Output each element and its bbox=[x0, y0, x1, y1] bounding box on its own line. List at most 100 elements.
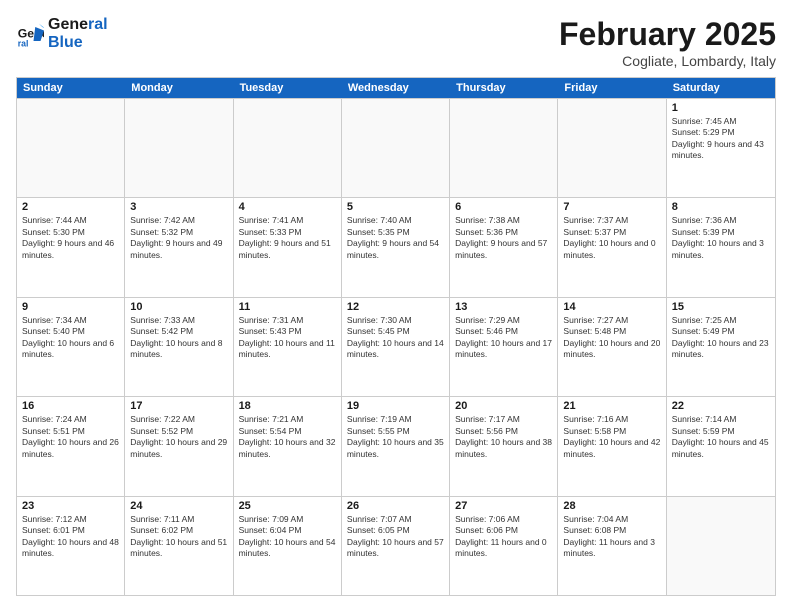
day-number: 19 bbox=[347, 400, 444, 412]
calendar-cell bbox=[667, 497, 775, 595]
calendar-cell: 28Sunrise: 7:04 AM Sunset: 6:08 PM Dayli… bbox=[558, 497, 666, 595]
calendar-cell: 21 Sunrise: 7:16 AM Sunset: 5:58 PM Dayli… bbox=[558, 397, 666, 495]
day-info: Sunrise: 7:04 AM Sunset: 6:08 PM Dayligh… bbox=[563, 514, 660, 560]
calendar-week-4: 16 Sunrise: 7:24 AM Sunset: 5:51 PM Dayli… bbox=[17, 396, 775, 495]
day-number: 26 bbox=[347, 500, 444, 512]
day-number: 22 bbox=[672, 400, 770, 412]
page: Gene ral General Blue February 2025 Cogl… bbox=[0, 0, 792, 612]
calendar-cell: 19Sunrise: 7:19 AM Sunset: 5:55 PM Dayli… bbox=[342, 397, 450, 495]
header-sunday: Sunday bbox=[17, 78, 125, 98]
day-number: 24 bbox=[130, 500, 227, 512]
header-saturday: Saturday bbox=[667, 78, 775, 98]
day-number: 2 bbox=[22, 201, 119, 213]
day-number: 1 bbox=[672, 102, 770, 114]
calendar-cell: 8Sunrise: 7:36 AM Sunset: 5:39 PM Daylig… bbox=[667, 198, 775, 296]
header-monday: Monday bbox=[125, 78, 233, 98]
day-info: Sunrise: 7:38 AM Sunset: 5:36 PM Dayligh… bbox=[455, 215, 552, 261]
day-number: 5 bbox=[347, 201, 444, 213]
day-info: Sunrise: 7:45 AM Sunset: 5:29 PM Dayligh… bbox=[672, 116, 770, 162]
calendar-cell: 10Sunrise: 7:33 AM Sunset: 5:42 PM Dayli… bbox=[125, 298, 233, 396]
calendar-cell: 18 Sunrise: 7:21 AM Sunset: 5:54 PM Dayli… bbox=[234, 397, 342, 495]
day-info: Sunrise: 7:12 AM Sunset: 6:01 PM Dayligh… bbox=[22, 514, 119, 560]
day-info: Sunrise: 7:06 AM Sunset: 6:06 PM Dayligh… bbox=[455, 514, 552, 560]
location: Cogliate, Lombardy, Italy bbox=[559, 53, 776, 69]
calendar-cell: 23 Sunrise: 7:12 AM Sunset: 6:01 PM Dayli… bbox=[17, 497, 125, 595]
day-info: Sunrise: 7:11 AM Sunset: 6:02 PM Dayligh… bbox=[130, 514, 227, 560]
header-friday: Friday bbox=[558, 78, 666, 98]
day-info: Sunrise: 7:21 AM Sunset: 5:54 PM Dayligh… bbox=[239, 414, 336, 460]
day-number: 9 bbox=[22, 301, 119, 313]
calendar-cell: 11Sunrise: 7:31 AM Sunset: 5:43 PM Dayli… bbox=[234, 298, 342, 396]
day-info: Sunrise: 7:44 AM Sunset: 5:30 PM Dayligh… bbox=[22, 215, 119, 261]
day-info: Sunrise: 7:42 AM Sunset: 5:32 PM Dayligh… bbox=[130, 215, 227, 261]
calendar-cell: 22 Sunrise: 7:14 AM Sunset: 5:59 PM Dayli… bbox=[667, 397, 775, 495]
calendar-cell: 20 Sunrise: 7:17 AM Sunset: 5:56 PM Dayli… bbox=[450, 397, 558, 495]
calendar-week-2: 2 Sunrise: 7:44 AM Sunset: 5:30 PM Daylig… bbox=[17, 197, 775, 296]
day-number: 7 bbox=[563, 201, 660, 213]
day-info: Sunrise: 7:17 AM Sunset: 5:56 PM Dayligh… bbox=[455, 414, 552, 460]
day-number: 13 bbox=[455, 301, 552, 313]
calendar-cell: 13 Sunrise: 7:29 AM Sunset: 5:46 PM Dayli… bbox=[450, 298, 558, 396]
title-block: February 2025 Cogliate, Lombardy, Italy bbox=[559, 16, 776, 69]
day-info: Sunrise: 7:07 AM Sunset: 6:05 PM Dayligh… bbox=[347, 514, 444, 560]
day-info: Sunrise: 7:14 AM Sunset: 5:59 PM Dayligh… bbox=[672, 414, 770, 460]
day-info: Sunrise: 7:40 AM Sunset: 5:35 PM Dayligh… bbox=[347, 215, 444, 261]
calendar-cell: 5 Sunrise: 7:40 AM Sunset: 5:35 PM Daylig… bbox=[342, 198, 450, 296]
day-info: Sunrise: 7:31 AM Sunset: 5:43 PM Dayligh… bbox=[239, 315, 336, 361]
day-info: Sunrise: 7:30 AM Sunset: 5:45 PM Dayligh… bbox=[347, 315, 444, 361]
day-info: Sunrise: 7:29 AM Sunset: 5:46 PM Dayligh… bbox=[455, 315, 552, 361]
calendar-cell bbox=[125, 99, 233, 197]
day-info: Sunrise: 7:33 AM Sunset: 5:42 PM Dayligh… bbox=[130, 315, 227, 361]
header-thursday: Thursday bbox=[450, 78, 558, 98]
calendar-cell: 9 Sunrise: 7:34 AM Sunset: 5:40 PM Daylig… bbox=[17, 298, 125, 396]
calendar-cell: 2 Sunrise: 7:44 AM Sunset: 5:30 PM Daylig… bbox=[17, 198, 125, 296]
logo-text: General Blue bbox=[48, 16, 108, 51]
day-number: 18 bbox=[239, 400, 336, 412]
calendar-cell: 15Sunrise: 7:25 AM Sunset: 5:49 PM Dayli… bbox=[667, 298, 775, 396]
day-number: 6 bbox=[455, 201, 552, 213]
calendar-cell bbox=[234, 99, 342, 197]
day-number: 12 bbox=[347, 301, 444, 313]
day-info: Sunrise: 7:16 AM Sunset: 5:58 PM Dayligh… bbox=[563, 414, 660, 460]
day-info: Sunrise: 7:37 AM Sunset: 5:37 PM Dayligh… bbox=[563, 215, 660, 261]
calendar-body: 1 Sunrise: 7:45 AM Sunset: 5:29 PM Daylig… bbox=[17, 98, 775, 595]
day-number: 4 bbox=[239, 201, 336, 213]
month-title: February 2025 bbox=[559, 16, 776, 53]
calendar-cell: 27 Sunrise: 7:06 AM Sunset: 6:06 PM Dayli… bbox=[450, 497, 558, 595]
calendar-cell bbox=[558, 99, 666, 197]
header-tuesday: Tuesday bbox=[234, 78, 342, 98]
header-wednesday: Wednesday bbox=[342, 78, 450, 98]
calendar-cell: 26 Sunrise: 7:07 AM Sunset: 6:05 PM Dayli… bbox=[342, 497, 450, 595]
day-number: 17 bbox=[130, 400, 227, 412]
day-info: Sunrise: 7:25 AM Sunset: 5:49 PM Dayligh… bbox=[672, 315, 770, 361]
day-number: 23 bbox=[22, 500, 119, 512]
day-number: 21 bbox=[563, 400, 660, 412]
calendar-cell: 1 Sunrise: 7:45 AM Sunset: 5:29 PM Daylig… bbox=[667, 99, 775, 197]
day-info: Sunrise: 7:36 AM Sunset: 5:39 PM Dayligh… bbox=[672, 215, 770, 261]
header: Gene ral General Blue February 2025 Cogl… bbox=[16, 16, 776, 69]
calendar-cell: 17 Sunrise: 7:22 AM Sunset: 5:52 PM Dayli… bbox=[125, 397, 233, 495]
calendar-cell: 7 Sunrise: 7:37 AM Sunset: 5:37 PM Daylig… bbox=[558, 198, 666, 296]
day-number: 3 bbox=[130, 201, 227, 213]
calendar-cell bbox=[17, 99, 125, 197]
calendar-cell: 24 Sunrise: 7:11 AM Sunset: 6:02 PM Dayli… bbox=[125, 497, 233, 595]
calendar-header: Sunday Monday Tuesday Wednesday Thursday… bbox=[17, 78, 775, 98]
calendar-cell: 3 Sunrise: 7:42 AM Sunset: 5:32 PM Daylig… bbox=[125, 198, 233, 296]
day-number: 16 bbox=[22, 400, 119, 412]
day-number: 27 bbox=[455, 500, 552, 512]
day-info: Sunrise: 7:24 AM Sunset: 5:51 PM Dayligh… bbox=[22, 414, 119, 460]
calendar-week-1: 1 Sunrise: 7:45 AM Sunset: 5:29 PM Daylig… bbox=[17, 98, 775, 197]
calendar-cell: 25 Sunrise: 7:09 AM Sunset: 6:04 PM Dayli… bbox=[234, 497, 342, 595]
day-info: Sunrise: 7:09 AM Sunset: 6:04 PM Dayligh… bbox=[239, 514, 336, 560]
calendar-week-3: 9 Sunrise: 7:34 AM Sunset: 5:40 PM Daylig… bbox=[17, 297, 775, 396]
day-info: Sunrise: 7:27 AM Sunset: 5:48 PM Dayligh… bbox=[563, 315, 660, 361]
svg-text:ral: ral bbox=[18, 38, 29, 48]
day-number: 20 bbox=[455, 400, 552, 412]
calendar-cell: 12 Sunrise: 7:30 AM Sunset: 5:45 PM Dayli… bbox=[342, 298, 450, 396]
day-info: Sunrise: 7:22 AM Sunset: 5:52 PM Dayligh… bbox=[130, 414, 227, 460]
logo: Gene ral General Blue bbox=[16, 16, 108, 51]
calendar-cell: 6 Sunrise: 7:38 AM Sunset: 5:36 PM Daylig… bbox=[450, 198, 558, 296]
day-number: 25 bbox=[239, 500, 336, 512]
logo-icon: Gene ral bbox=[16, 20, 44, 48]
day-info: Sunrise: 7:34 AM Sunset: 5:40 PM Dayligh… bbox=[22, 315, 119, 361]
